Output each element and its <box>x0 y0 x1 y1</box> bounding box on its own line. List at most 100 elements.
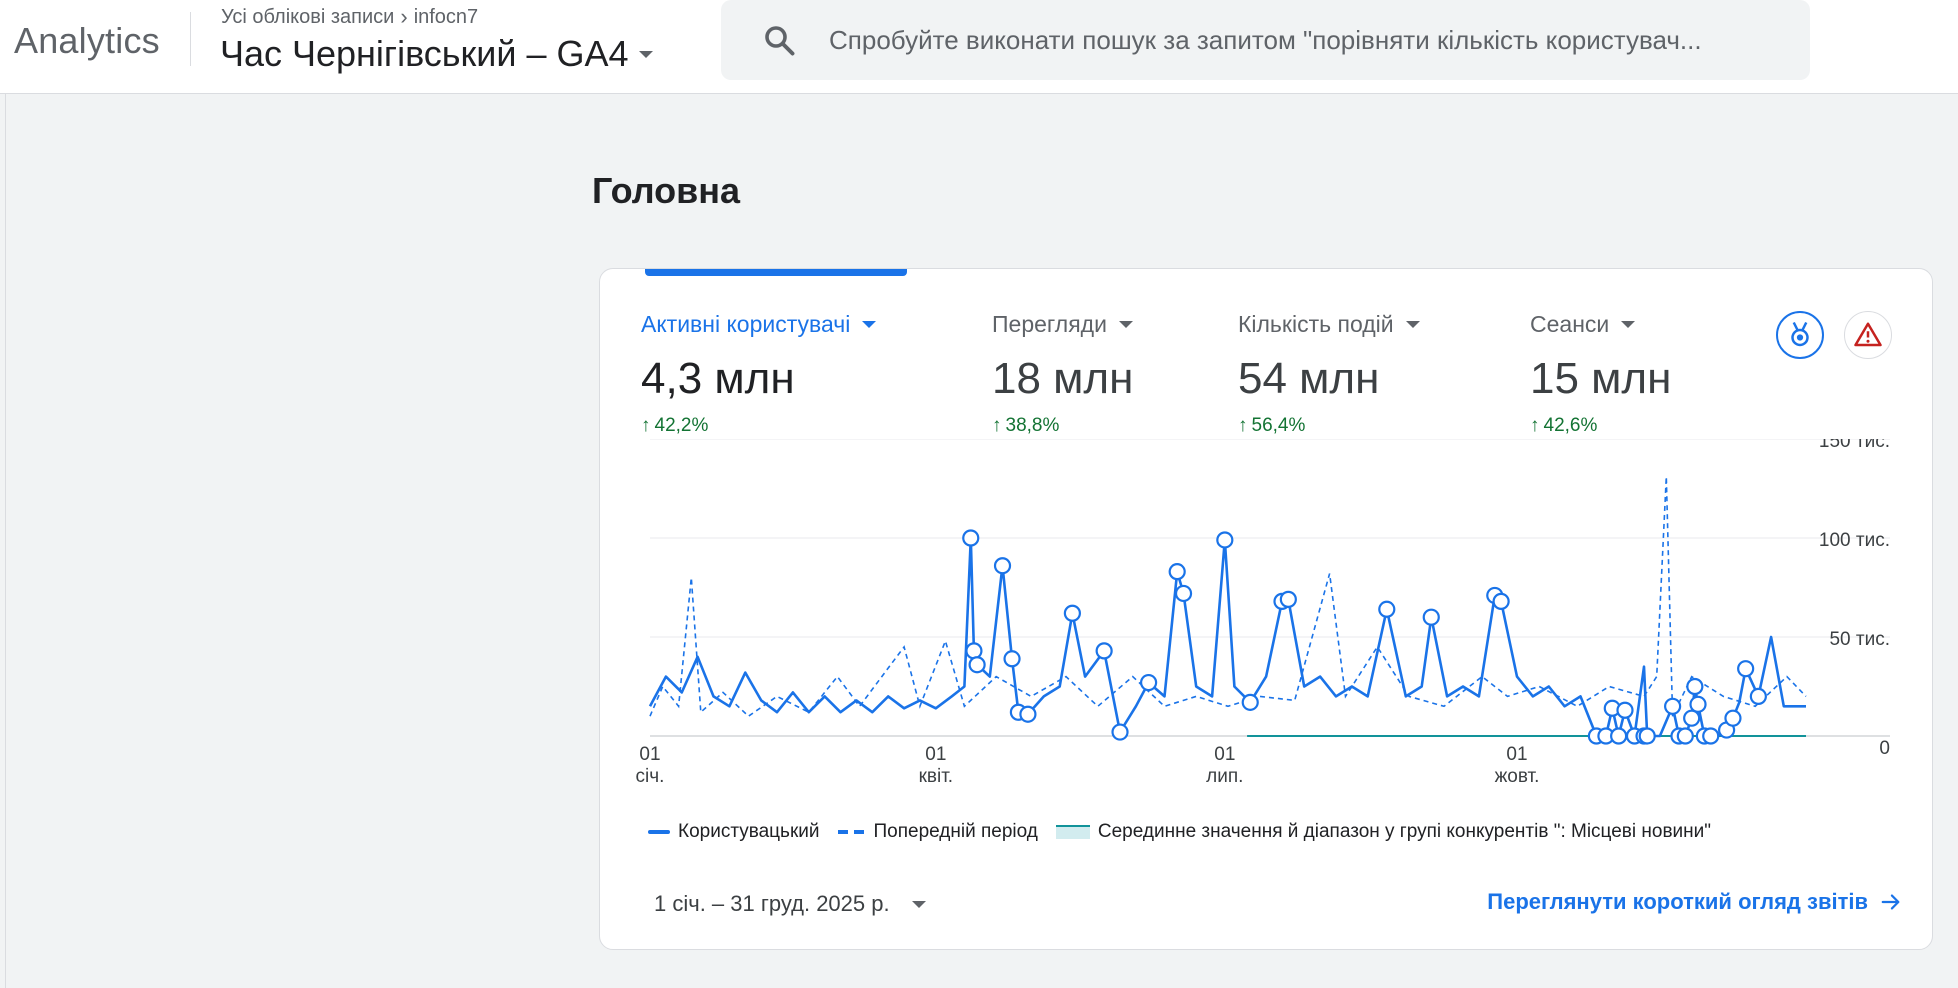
chart-gridlines <box>650 439 1890 737</box>
view-reports-snapshot-link[interactable]: Переглянути короткий огляд звітів <box>1487 889 1902 915</box>
y-axis: 150 тис. 100 тис. 50 тис. 0 <box>1819 439 1890 759</box>
y-tick-label: 50 тис. <box>1829 629 1890 650</box>
warning-icon <box>1854 322 1882 347</box>
anomaly-marker <box>1686 677 1704 696</box>
legend-item-current[interactable]: Користувацький <box>648 821 820 843</box>
legend-item-benchmark[interactable]: Серединне значення й діапазон у групі ко… <box>1055 821 1711 843</box>
arrow-up-icon: ↑ <box>992 415 1002 436</box>
metric-value: 15 млн <box>1530 354 1672 403</box>
medal-icon <box>1791 321 1809 347</box>
arrow-right-icon <box>1881 894 1900 910</box>
solid-line-swatch <box>648 830 670 834</box>
breadcrumb: Усі облікові записи › infocn7 <box>221 4 478 30</box>
metric-tab-views[interactable]: Перегляди 18 млн ↑ 38,8% <box>992 309 1133 437</box>
divider <box>190 12 191 66</box>
legend-label: Серединне значення й діапазон у групі ко… <box>1097 821 1711 842</box>
app-brand[interactable]: Analytics <box>14 20 160 62</box>
left-rail-divider <box>5 94 6 988</box>
dashed-line-swatch <box>837 830 866 834</box>
active-tab-indicator <box>645 269 907 276</box>
anomaly-marker <box>993 557 1012 575</box>
metric-label: Перегляди <box>992 310 1107 337</box>
metric-value: 54 млн <box>1238 354 1380 403</box>
x-tick-label: 01 <box>639 744 660 765</box>
metric-value: 4,3 млн <box>641 354 795 403</box>
anomaly-marker <box>1492 592 1510 610</box>
link-label: Переглянути короткий огляд звітів <box>1487 889 1868 914</box>
y-tick-label: 150 тис. <box>1819 439 1890 452</box>
anomaly-marker <box>1749 687 1767 705</box>
metric-change: 42,2% <box>654 415 709 436</box>
anomaly-marker <box>1422 608 1440 626</box>
metric-change: 38,8% <box>1005 415 1060 436</box>
overview-card: Активні користувачі 4,3 млн ↑ 42,2% Перег… <box>599 268 1933 950</box>
legend-label: Користувацький <box>678 821 820 842</box>
search-bar[interactable] <box>721 0 1810 80</box>
anomaly-marker <box>1683 709 1701 727</box>
caret-down-icon <box>911 900 926 908</box>
anomaly-marker <box>1638 727 1656 745</box>
benchmark-medal-button[interactable] <box>1776 311 1824 359</box>
x-tick-label: лип. <box>1206 766 1243 787</box>
anomaly-marker <box>1111 723 1129 741</box>
band-swatch <box>1055 825 1090 839</box>
metric-label: Активні користувачі <box>641 310 851 337</box>
arrow-up-icon: ↑ <box>1530 415 1540 436</box>
anomaly-marker <box>968 656 986 674</box>
anomaly-marker <box>1063 604 1081 622</box>
top-app-bar: Analytics Усі облікові записи › infocn7 … <box>0 0 1958 94</box>
anomaly-marker <box>962 529 980 547</box>
data-quality-warning-button[interactable] <box>1844 311 1892 359</box>
anomaly-marker <box>1216 531 1234 549</box>
caret-down-icon <box>638 50 653 58</box>
caret-down-icon <box>1405 320 1420 328</box>
metric-tab-event-count[interactable]: Кількість подій 54 млн ↑ 56,4% <box>1238 309 1420 437</box>
anomaly-marker <box>1737 660 1755 678</box>
arrow-up-icon: ↑ <box>1238 415 1248 436</box>
page-title: Головна <box>592 170 740 211</box>
y-tick-label: 0 <box>1879 738 1890 759</box>
metric-tab-sessions[interactable]: Сеанси 15 млн ↑ 42,6% <box>1530 309 1671 437</box>
x-tick-label: 01 <box>1214 744 1235 765</box>
search-input[interactable] <box>829 18 1794 62</box>
breadcrumb-root[interactable]: Усі облікові записи <box>221 6 394 29</box>
legend-label: Попередній період <box>873 821 1038 842</box>
x-axis: 01січ.01квіт.01лип.01жовт. <box>636 744 1540 787</box>
x-tick-label: квіт. <box>919 766 954 787</box>
anomaly-marker <box>1724 709 1742 727</box>
breadcrumb-account[interactable]: infocn7 <box>414 6 479 29</box>
anomaly-marker <box>1168 563 1186 581</box>
metric-label: Сеанси <box>1530 310 1610 337</box>
anomaly-marker <box>1689 695 1707 713</box>
metric-change: 42,6% <box>1543 415 1598 436</box>
metric-value: 18 млн <box>992 354 1134 403</box>
search-icon <box>765 26 795 56</box>
anomaly-marker <box>1664 697 1682 715</box>
anomaly-marker <box>1019 705 1037 723</box>
anomaly-marker <box>1378 600 1396 618</box>
property-selector[interactable]: Час Чернігівський – GA4 <box>220 30 653 78</box>
x-tick-label: січ. <box>636 766 665 787</box>
line-chart[interactable]: 150 тис.100 тис.50 тис.0 01січ.01квіт.01… <box>600 439 1933 811</box>
caret-down-icon <box>1621 320 1636 328</box>
caret-down-icon <box>862 320 877 328</box>
date-range-label: 1 січ. – 31 груд. 2025 р. <box>654 891 890 916</box>
caret-down-icon <box>1118 320 1133 328</box>
date-range-selector[interactable]: 1 січ. – 31 груд. 2025 р. <box>654 891 926 917</box>
anomaly-marker <box>965 642 983 660</box>
anomaly-marker <box>1616 701 1634 719</box>
x-tick-label: 01 <box>925 744 946 765</box>
metric-change: 56,4% <box>1251 415 1306 436</box>
anomaly-marker <box>1702 727 1720 745</box>
metric-tab-active-users[interactable]: Активні користувачі 4,3 млн ↑ 42,2% <box>641 309 877 437</box>
legend-item-previous[interactable]: Попередній період <box>837 821 1038 843</box>
anomaly-marker <box>1174 584 1193 603</box>
chart-legend: Користувацький Попередній період Середин… <box>648 821 1729 843</box>
anomaly-marker <box>1279 590 1297 608</box>
anomaly-marker <box>1003 650 1021 668</box>
anomaly-marker <box>1140 673 1158 692</box>
anomaly-marker <box>1610 727 1628 745</box>
arrow-up-icon: ↑ <box>641 415 651 436</box>
y-tick-label: 100 тис. <box>1819 530 1890 551</box>
anomaly-marker <box>1241 693 1259 711</box>
